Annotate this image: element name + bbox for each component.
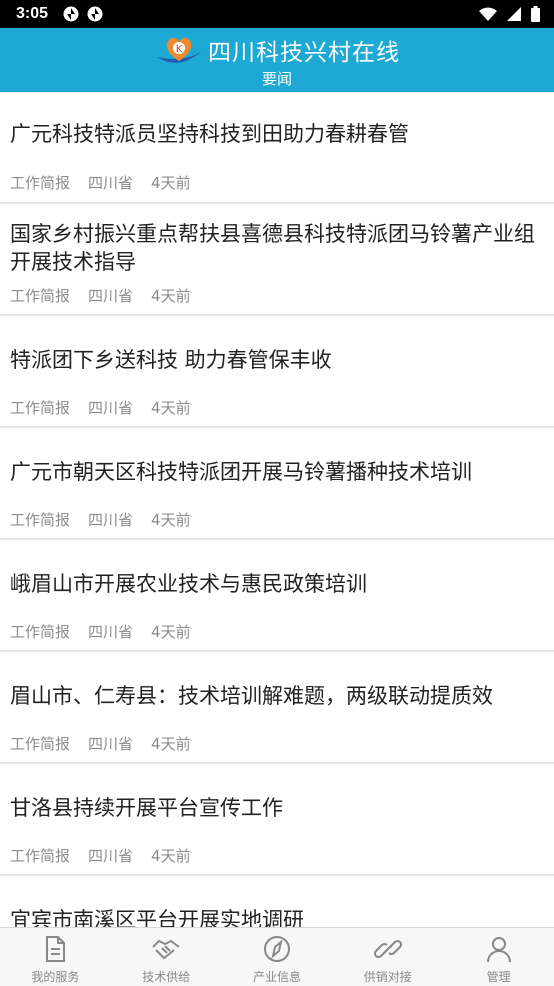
user-icon [486,937,511,963]
news-category: 工作简报 [10,287,71,305]
news-item[interactable]: 广元市朝天区科技特派团开展马铃薯播种技术培训 工作简报 四川省 4天前 [0,426,554,538]
brand: K 四川科技兴村在线 [0,33,554,67]
news-meta: 工作简报 四川省 4天前 [10,172,191,193]
news-item[interactable]: 甘洛县持续开展平台宣传工作 工作简报 四川省 4天前 [0,762,554,874]
bottom-tab-bar: 我的服务 技术供给 产业信息 供销对接 管理 [0,927,554,986]
news-meta: 工作简报 四川省 4天前 [10,397,191,418]
news-category: 工作简报 [10,399,71,417]
news-list[interactable]: 广元科技特派员坚持科技到田助力春耕春管 工作简报 四川省 4天前 国家乡村振兴重… [0,92,554,928]
tab-manage[interactable]: 管理 [443,928,554,986]
news-category: 工作简报 [10,511,71,529]
news-category: 工作简报 [10,847,71,865]
news-time: 4天前 [151,735,191,753]
news-time: 4天前 [151,623,191,641]
sync-icon [63,6,79,22]
news-item[interactable]: 眉山市、仁寿县：技术培训解难题，两级联动提质效 工作简报 四川省 4天前 [0,650,554,762]
news-time: 4天前 [151,174,191,192]
news-title: 广元科技特派员坚持科技到田助力春耕春管 [10,122,409,146]
news-region: 四川省 [88,735,134,753]
status-time: 3:05 [16,5,49,22]
compass-icon [263,936,290,962]
news-time: 4天前 [151,399,191,417]
news-category: 工作简报 [10,174,71,192]
logo-icon: K [157,37,202,63]
sync-icon [87,6,103,22]
news-title: 宜宾市南溪区平台开展实地调研 [10,908,304,928]
battery-icon [531,6,540,22]
handshake-icon [152,939,180,960]
news-title: 峨眉山市开展农业技术与惠民政策培训 [10,572,367,596]
tab-label: 管理 [486,970,511,984]
news-title: 国家乡村振兴重点帮扶县喜德县科技特派团马铃薯产业组开展技术指导 [10,222,535,274]
news-region: 四川省 [88,174,134,192]
news-category: 工作简报 [10,623,71,641]
news-item[interactable]: 特派团下乡送科技 助力春管保丰收 工作简报 四川省 4天前 [0,314,554,426]
news-title: 广元市朝天区科技特派团开展马铃薯播种技术培训 [10,460,472,484]
document-icon [46,936,66,962]
app-title: 四川科技兴村在线 [208,40,400,66]
tab-tech-supply[interactable]: 技术供给 [111,928,222,986]
news-item[interactable]: 宜宾市南溪区平台开展实地调研 [0,874,554,928]
tab-label: 我的服务 [31,970,80,984]
news-time: 4天前 [151,511,191,529]
wifi-icon [479,7,497,21]
tab-industry-info[interactable]: 产业信息 [222,928,333,986]
news-title: 眉山市、仁寿县：技术培训解难题，两级联动提质效 [10,684,493,708]
page-subtitle: 要闻 [261,70,292,88]
status-bar: 3:05 [0,0,554,28]
news-category: 工作简报 [10,735,71,753]
news-meta: 工作简报 四川省 4天前 [10,509,191,530]
news-region: 四川省 [88,847,134,865]
status-notification-icons [62,5,104,23]
news-time: 4天前 [151,847,191,865]
link-icon [373,939,402,959]
news-meta: 工作简报 四川省 4天前 [10,285,191,306]
news-title: 特派团下乡送科技 助力春管保丰收 [10,348,332,372]
news-item[interactable]: 国家乡村振兴重点帮扶县喜德县科技特派团马铃薯产业组开展技术指导 工作简报 四川省… [0,202,554,314]
tab-label: 产业信息 [252,970,301,984]
svg-text:K: K [176,44,183,55]
news-meta: 工作简报 四川省 4天前 [10,621,191,642]
news-title: 甘洛县持续开展平台宣传工作 [10,796,283,820]
app-header: K 四川科技兴村在线 要闻 [0,28,554,92]
news-region: 四川省 [88,399,134,417]
news-region: 四川省 [88,511,134,529]
news-item[interactable]: 峨眉山市开展农业技术与惠民政策培训 工作简报 四川省 4天前 [0,538,554,650]
news-region: 四川省 [88,287,134,305]
news-item[interactable]: 广元科技特派员坚持科技到田助力春耕春管 工作简报 四川省 4天前 [0,92,554,202]
tab-label: 供销对接 [363,970,412,984]
signal-icon [507,7,521,21]
tab-my-services[interactable]: 我的服务 [0,928,111,986]
news-meta: 工作简报 四川省 4天前 [10,845,191,866]
news-time: 4天前 [151,287,191,305]
tab-supply-demand[interactable]: 供销对接 [332,928,443,986]
tab-label: 技术供给 [142,970,191,984]
news-region: 四川省 [88,623,134,641]
news-meta: 工作简报 四川省 4天前 [10,733,191,754]
